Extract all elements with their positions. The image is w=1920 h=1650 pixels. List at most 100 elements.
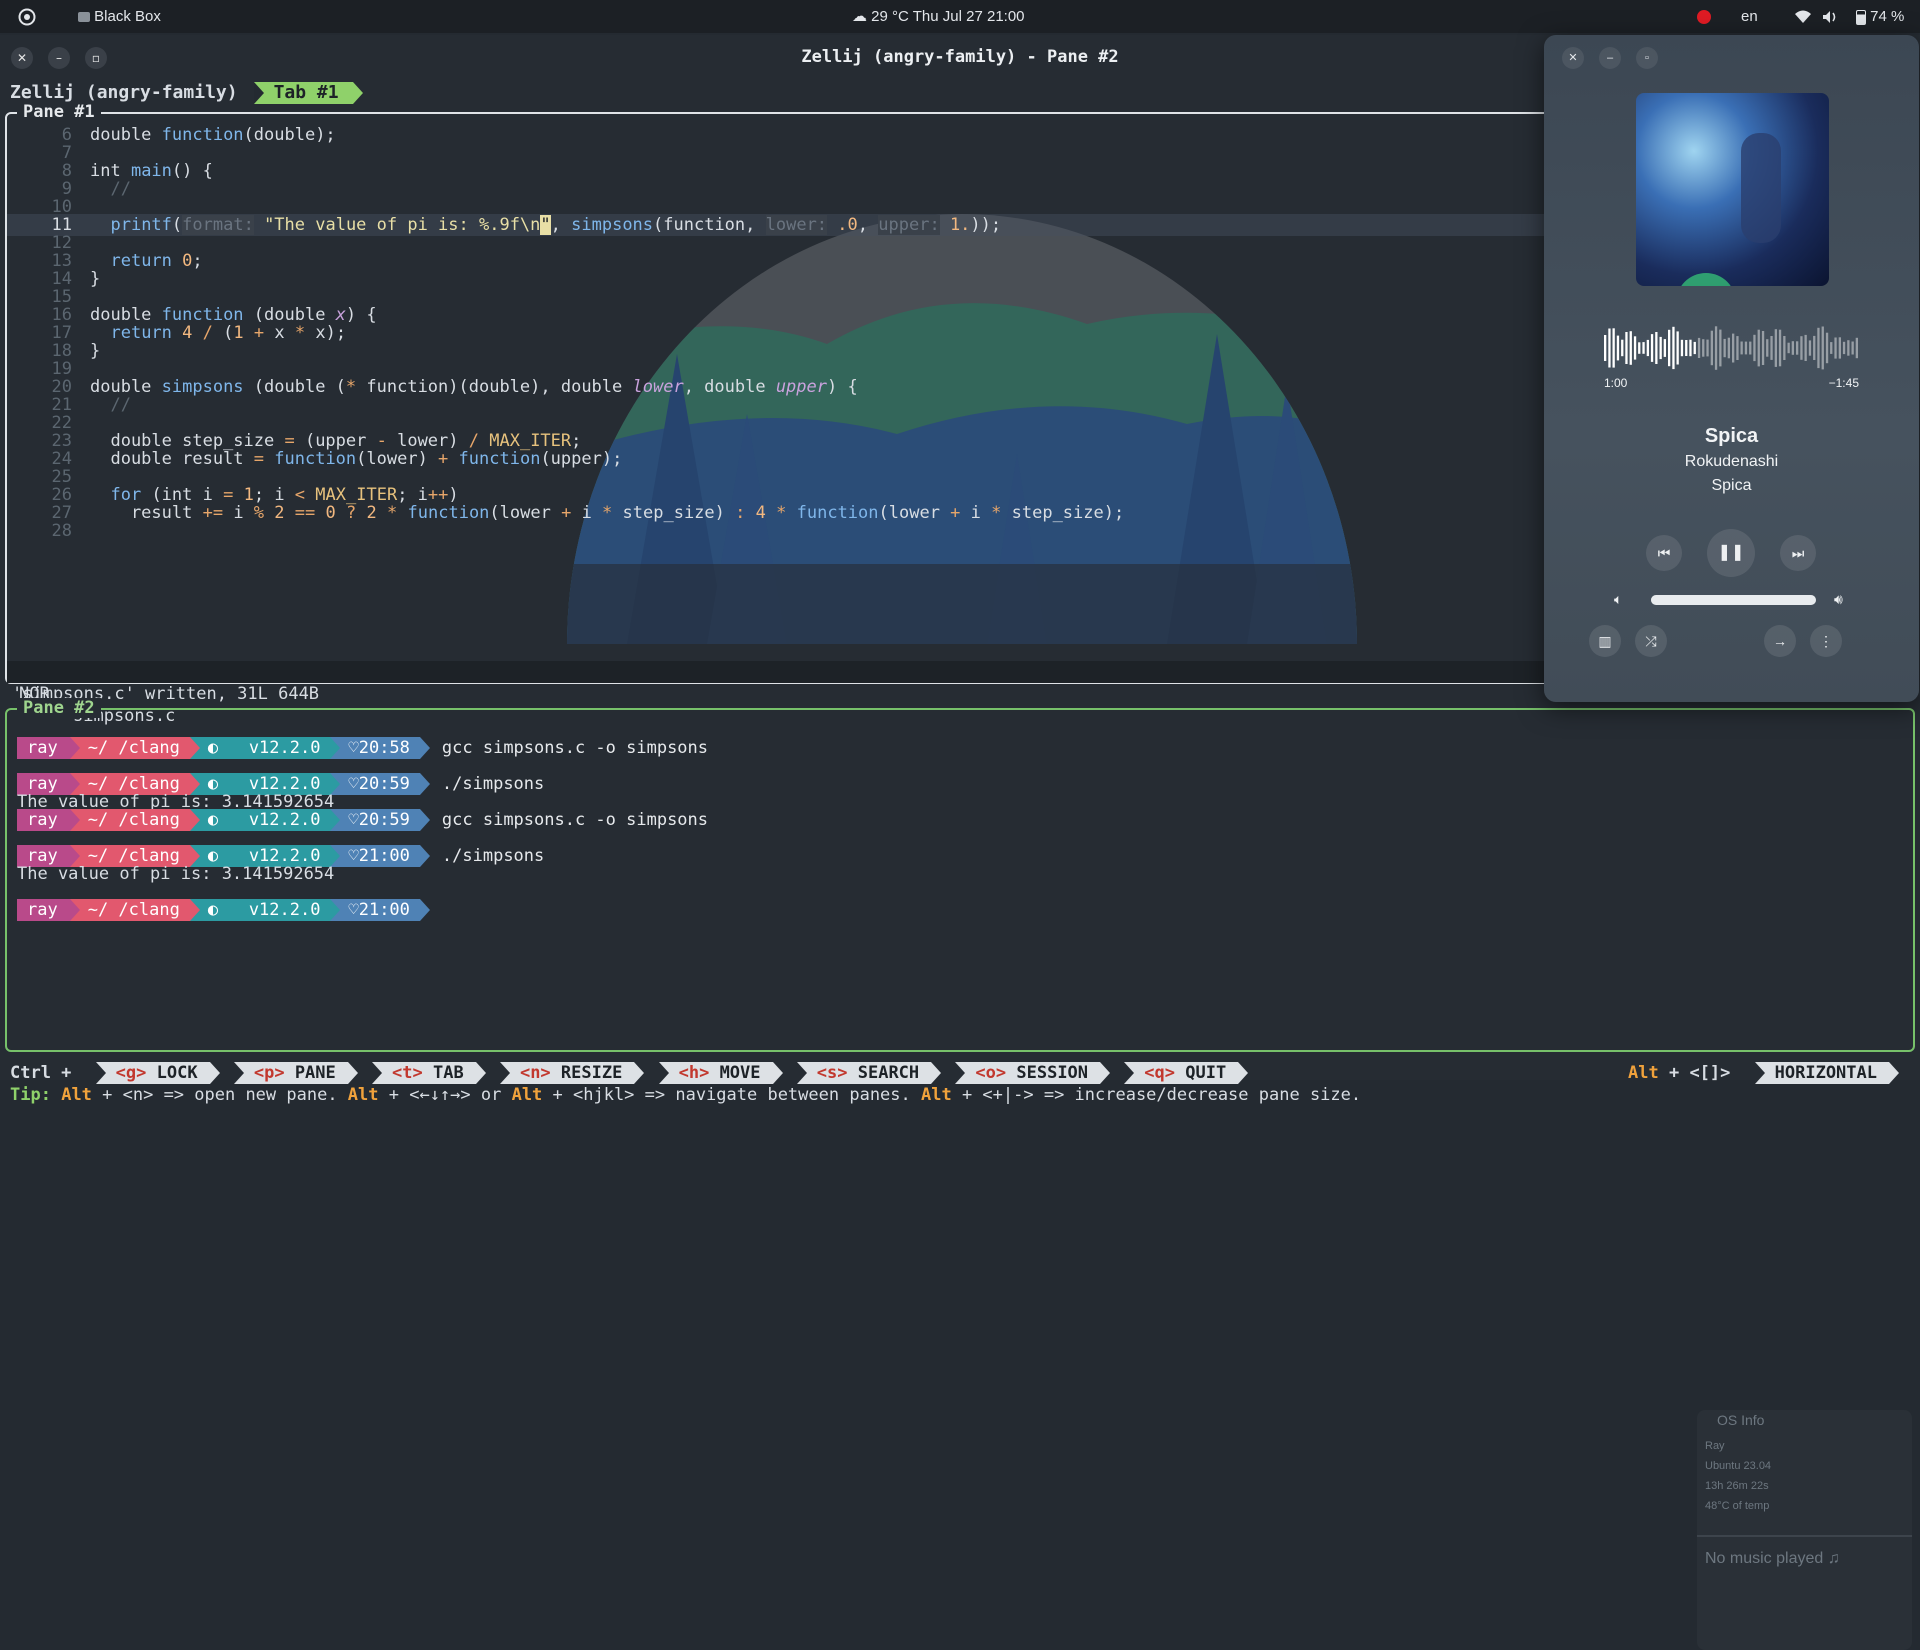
battery-percent: 74 %: [1870, 8, 1905, 25]
zellij-tab-bar: Zellij (angry-family) Tab #1: [10, 82, 363, 104]
prompt-line: ray ~/ /clang ◐ v12.2.0 ♡21:00: [17, 899, 442, 921]
player-close-button[interactable]: ✕: [1562, 47, 1584, 69]
focused-app-indicator[interactable]: Black Box: [78, 0, 161, 33]
waveform-bar: [1834, 337, 1837, 359]
tab-1[interactable]: Tab #1: [253, 82, 363, 104]
key-tab[interactable]: <t> TAB: [372, 1062, 486, 1084]
heart-icon: ♡: [348, 774, 359, 794]
prompt-time: ♡21:00: [330, 899, 430, 921]
key-search[interactable]: <s> SEARCH: [796, 1062, 942, 1084]
volume-icon[interactable]: [1822, 0, 1840, 33]
screen-recording-icon[interactable]: [1697, 0, 1711, 33]
waveform-bar: [1638, 342, 1641, 354]
prompt-user: ray: [17, 737, 80, 759]
more-options-button[interactable]: ⋮: [1810, 625, 1842, 657]
music-player-window: ✕ – ▫ 1:00 −1:45 Spica Rokudenashi Spica…: [1544, 35, 1919, 702]
waveform-bar: [1650, 334, 1654, 362]
player-maximize-button[interactable]: ▫: [1636, 47, 1658, 69]
shuffle-button[interactable]: ⤮: [1635, 625, 1667, 657]
top-bar: Black Box ☁ 29 °C Thu Jul 27 21:00 en 74…: [0, 0, 1920, 33]
waveform-bar: [1732, 333, 1735, 363]
sidebar-toggle-button[interactable]: ▥: [1589, 625, 1621, 657]
waveform-bar: [1689, 339, 1692, 357]
waveform-bar: [1633, 336, 1637, 360]
waveform-bar: [1629, 331, 1632, 365]
waveform-bar: [1778, 329, 1782, 367]
waveform-bar: [1621, 339, 1624, 357]
waveform-bar: [1787, 342, 1790, 354]
activities-icon[interactable]: [18, 0, 36, 33]
volume-low-icon: 🔈︎: [1614, 591, 1623, 607]
player-minimize-button[interactable]: –: [1599, 47, 1621, 69]
waveform-bar: [1676, 331, 1679, 365]
waveform-bar: [1668, 329, 1671, 367]
key-pane[interactable]: <p> PANE: [233, 1062, 358, 1084]
shell-command: gcc simpsons.c -o simpsons: [441, 738, 709, 758]
volume-slider[interactable]: [1651, 595, 1816, 605]
clock: Thu Jul 27 21:00: [912, 8, 1025, 25]
pane-2[interactable]: Pane #2 OS Info Ray Ubuntu 23.04 13h 26m…: [5, 698, 1915, 1650]
input-language[interactable]: en: [1741, 0, 1758, 33]
session-name: Zellij (angry-family): [10, 82, 238, 103]
key-move[interactable]: <h> MOVE: [658, 1062, 783, 1084]
pane-2-title: Pane #2: [17, 698, 101, 718]
prompt-version: ◐ v12.2.0: [189, 737, 341, 759]
os-info-os: Ubuntu 23.04: [1705, 1460, 1772, 1472]
waveform-bar: [1710, 330, 1713, 366]
waveform-bar: [1757, 329, 1760, 367]
waveform-bar: [1804, 334, 1807, 361]
prompt-line: ray ~/ /clang ◐ v12.2.0 ♡20:58 gcc simpsons.…: [17, 737, 708, 759]
battery-icon: [1856, 9, 1866, 25]
waveform-bar: [1766, 339, 1769, 357]
heart-icon: ♡: [348, 900, 359, 920]
waveform-bar: [1702, 339, 1705, 357]
waveform-bar: [1680, 339, 1684, 357]
album-cover: [1636, 93, 1829, 286]
prompt-user: ray: [17, 899, 80, 921]
waveform-bar: [1714, 326, 1718, 370]
waveform-scrubber[interactable]: [1604, 320, 1860, 376]
key-quit[interactable]: <q> QUIT: [1124, 1062, 1249, 1084]
shell-command: ./simpsons: [441, 774, 545, 794]
tip-line: Tip: Alt + <n> => open new pane. Alt + <…: [10, 1085, 1362, 1105]
waveform-bar: [1749, 341, 1752, 355]
waveform-bar: [1825, 332, 1829, 364]
waveform-bar: [1855, 337, 1858, 359]
waveform-bar: [1791, 341, 1794, 355]
heart-icon: ♡: [348, 738, 359, 758]
waveform-bar: [1800, 336, 1803, 360]
weather-icon: ☁: [852, 8, 867, 25]
pane-1[interactable]: Pane #1 6 double function(double); 7 8 int…: [5, 102, 1569, 726]
waveform-bar: [1817, 327, 1820, 369]
key-lock[interactable]: <g> LOCK: [95, 1062, 220, 1084]
waveform-bar: [1612, 328, 1615, 368]
wifi-icon[interactable]: [1794, 0, 1812, 33]
waveform-bar: [1838, 337, 1841, 359]
pause-button[interactable]: ❚❚: [1707, 529, 1755, 577]
waveform-bar: [1685, 340, 1688, 356]
key-resize[interactable]: <n> RESIZE: [499, 1062, 645, 1084]
waveform-bar: [1608, 328, 1611, 368]
divider: [1697, 1535, 1912, 1537]
prompt-version: ◐ v12.2.0: [189, 809, 341, 831]
prompt-path: ~/ /clang: [69, 809, 200, 831]
waveform-bar: [1672, 326, 1675, 370]
waveform-bar: [1693, 341, 1696, 355]
ctrl-modifier-label: Ctrl +: [10, 1063, 72, 1083]
os-info-temp: 48°C of temp: [1705, 1500, 1770, 1512]
layout-mode[interactable]: HORIZONTAL: [1754, 1062, 1900, 1084]
next-track-button[interactable]: ⏭: [1780, 535, 1816, 571]
repeat-button[interactable]: →: [1764, 625, 1796, 657]
waveform-bar: [1740, 341, 1743, 355]
key-session[interactable]: <o> SESSION: [955, 1062, 1110, 1084]
waveform-bar: [1774, 329, 1777, 367]
battery-indicator[interactable]: 74 %: [1856, 0, 1904, 33]
alt-label: Alt: [1628, 1063, 1659, 1083]
clock-area[interactable]: ☁ 29 °C Thu Jul 27 21:00: [852, 0, 1025, 33]
waveform-bar: [1659, 336, 1662, 360]
previous-track-button[interactable]: ⏮: [1646, 535, 1682, 571]
focused-app-name: Black Box: [94, 8, 161, 25]
heart-icon: ♡: [348, 810, 359, 830]
c-lang-icon: ◐: [207, 810, 219, 830]
waveform-bar: [1847, 340, 1850, 356]
